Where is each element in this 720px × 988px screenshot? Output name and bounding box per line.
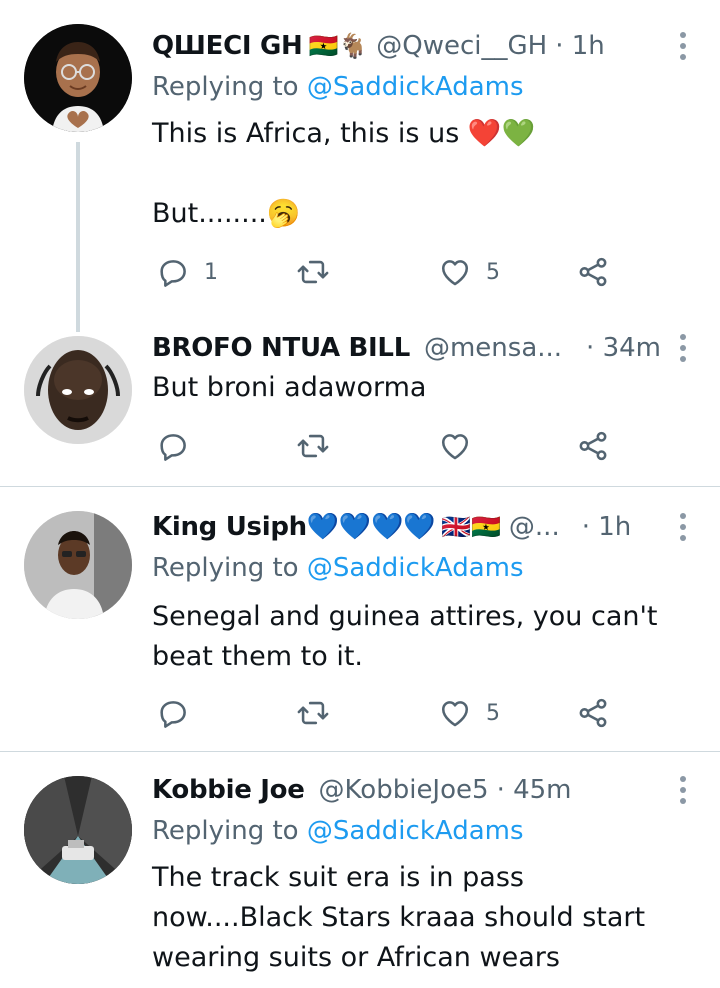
avatar[interactable] (24, 511, 132, 619)
name-emoji: 🇬🇧🇬🇭 (441, 513, 501, 541)
timestamp[interactable]: · 34m (586, 333, 661, 363)
heart-icon (438, 429, 472, 463)
replying-to: Replying to @SaddickAdams (152, 72, 524, 102)
like-count: 5 (486, 700, 500, 726)
share-button[interactable] (576, 252, 610, 292)
display-name[interactable]: BROFO NTUA BILL (152, 333, 410, 363)
timestamp[interactable]: · 1h (582, 512, 632, 542)
reply-button[interactable] (156, 693, 204, 733)
retweet-button[interactable] (296, 252, 344, 292)
share-icon (576, 429, 610, 463)
reply-button[interactable]: 1 (156, 252, 218, 292)
tweet[interactable]: BROFO NTUA BILL @mensa... · 34m But bron… (0, 330, 720, 486)
retweet-button[interactable] (296, 426, 344, 466)
share-icon (576, 255, 610, 289)
display-name[interactable]: Kobbie Joe (152, 775, 305, 805)
reply-icon (156, 255, 190, 289)
timestamp[interactable]: · 1h (555, 31, 605, 61)
more-icon[interactable] (680, 513, 686, 541)
like-button[interactable]: 5 (438, 252, 500, 292)
tweet-actions: 1 5 (152, 252, 632, 292)
avatar[interactable] (24, 24, 132, 132)
tweet-actions: 5 (152, 693, 632, 733)
tweet-header: Kobbie Joe @KobbieJoe5 · 45m (152, 770, 572, 810)
username[interactable]: @mensa... (424, 333, 562, 363)
avatar[interactable] (24, 336, 132, 444)
retweet-button[interactable] (296, 693, 344, 733)
tweet-actions (152, 426, 632, 466)
heart-icon (438, 696, 472, 730)
like-count: 5 (486, 259, 500, 285)
tweet-text: Senegal and guinea attires, you can't be… (152, 601, 658, 672)
username[interactable]: @Qweci__GH (376, 31, 547, 61)
more-icon[interactable] (680, 32, 686, 60)
mention-link[interactable]: @SaddickAdams (307, 72, 524, 102)
username[interactable]: @... (509, 512, 560, 542)
tweet[interactable]: King Usiph💙💙💙💙 🇬🇧🇬🇭 @... · 1h Replying t… (0, 487, 720, 751)
retweet-icon (296, 255, 330, 289)
more-icon[interactable] (680, 776, 686, 804)
thread-line (76, 142, 80, 332)
replying-prefix: Replying to (152, 553, 299, 583)
share-button[interactable] (576, 426, 610, 466)
tweet-text: This is Africa, this is us ❤️💚 But......… (152, 118, 536, 229)
reply-icon (156, 429, 190, 463)
username[interactable]: @KobbieJoe5 (319, 775, 489, 805)
share-icon (576, 696, 610, 730)
heart-icon (438, 255, 472, 289)
like-button[interactable] (438, 426, 486, 466)
mention-link[interactable]: @SaddickAdams (307, 553, 524, 583)
mention-link[interactable]: @SaddickAdams (307, 816, 524, 846)
tweet-header: King Usiph💙💙💙💙 🇬🇧🇬🇭 @... · 1h (152, 507, 631, 547)
tweet[interactable]: QШЕCI GH 🇬🇭🐐 @Qweci__GH · 1h Replying to… (0, 0, 720, 332)
reply-button[interactable] (156, 426, 204, 466)
display-name[interactable]: King Usiph💙💙💙💙 (152, 512, 435, 542)
replying-prefix: Replying to (152, 816, 299, 846)
timestamp[interactable]: · 45m (497, 775, 572, 805)
replying-to: Replying to @SaddickAdams (152, 816, 524, 846)
like-button[interactable]: 5 (438, 693, 500, 733)
tweet-header: BROFO NTUA BILL @mensa... · 34m (152, 328, 661, 368)
reply-icon (156, 696, 190, 730)
replying-to: Replying to @SaddickAdams (152, 553, 524, 583)
tweet-text: But broni adaworma (152, 372, 427, 403)
display-name[interactable]: QШЕCI GH (152, 31, 303, 61)
reply-count: 1 (204, 259, 218, 285)
more-icon[interactable] (680, 334, 686, 362)
tweet-header: QШЕCI GH 🇬🇭🐐 @Qweci__GH · 1h (152, 26, 605, 66)
tweet[interactable]: Kobbie Joe @KobbieJoe5 · 45m Replying to… (0, 752, 720, 988)
retweet-icon (296, 429, 330, 463)
tweet-text: The track suit era is in pass now....Bla… (152, 862, 646, 973)
name-emoji: 🇬🇭🐐 (308, 32, 369, 60)
share-button[interactable] (576, 693, 610, 733)
avatar[interactable] (24, 776, 132, 884)
retweet-icon (296, 696, 330, 730)
replying-prefix: Replying to (152, 72, 299, 102)
